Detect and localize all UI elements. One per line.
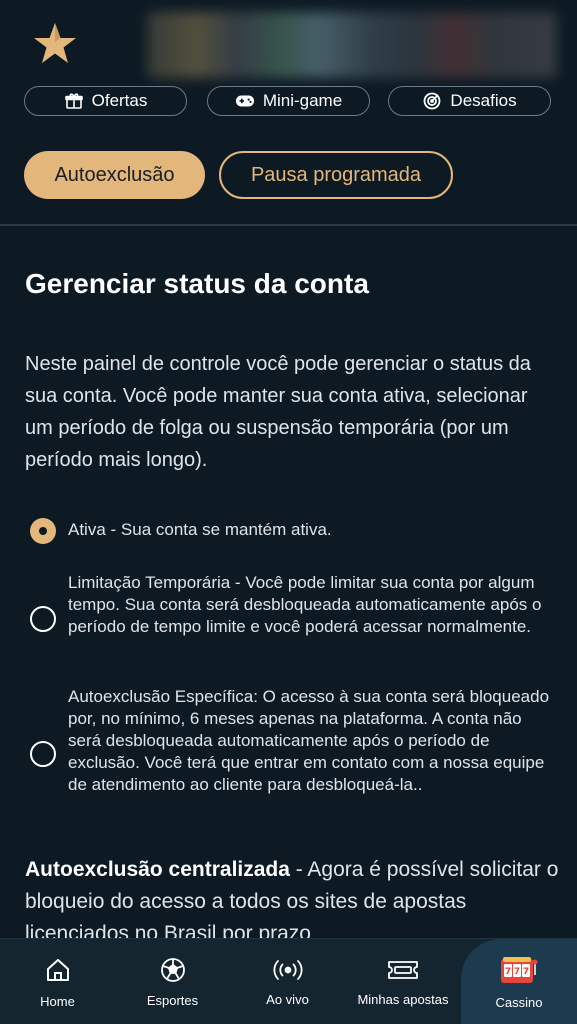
blurred-promo-banner[interactable] [147,12,557,78]
option-autoexclusao-label: Autoexclusão Específica: O acesso à sua … [68,687,550,794]
nav-minhas-apostas-label: Minhas apostas [357,991,449,1007]
centralized-exclusion-text: Autoexclusão centralizada - Agora é poss… [25,854,560,950]
bottom-navigation: Home Esportes Ao vivo Minhas apostas 7 7… [0,938,577,1024]
option-limitacao-label: Limitação Temporária - Você pode limitar… [68,573,542,636]
svg-text:7: 7 [514,967,520,977]
live-broadcast-icon [273,959,302,980]
target-icon [422,91,442,111]
centralized-title: Autoexclusão centralizada [25,858,290,881]
desafios-label: Desafios [450,91,517,110]
page-title: Gerenciar status da conta [25,268,369,299]
desafios-button[interactable]: Desafios [388,86,551,116]
nav-ao-vivo-label: Ao vivo [266,991,309,1007]
gift-icon [64,91,84,111]
nav-esportes-label: Esportes [146,992,199,1008]
ofertas-label: Ofertas [91,91,148,110]
nav-cassino[interactable]: 7 7 7 Cassino [461,939,577,1024]
nav-ao-vivo[interactable]: Ao vivo [230,939,345,1024]
radio-limitacao-temporaria[interactable] [30,606,56,632]
soccer-ball-icon [160,957,185,982]
nav-esportes[interactable]: Esportes [115,939,230,1024]
nav-home-label: Home [40,993,75,1009]
star-logo-icon[interactable] [32,20,78,66]
divider [0,224,577,226]
option-ativa-label: Ativa - Sua conta se mantém ativa. [68,520,332,539]
main-content: Autoexclusão Pausa programada Gerenciar … [0,130,577,945]
mini-game-label: Mini-game [262,91,343,110]
mini-game-button[interactable]: Mini-game [207,86,370,116]
tab-pausa-programada[interactable]: Pausa programada [219,151,453,199]
slot-machine-icon: 7 7 7 [501,956,538,983]
tab-autoexclusao[interactable]: Autoexclusão [24,151,205,199]
svg-text:7: 7 [505,967,511,977]
ofertas-button[interactable]: Ofertas [24,86,187,116]
radio-autoexclusao-especifica[interactable] [30,741,56,767]
svg-text:7: 7 [523,967,529,977]
intro-text: Neste painel de controle você pode geren… [25,353,531,471]
nav-home[interactable]: Home [0,939,115,1024]
header: Ofertas Mini-game Desafios [0,0,577,130]
ticket-icon [388,960,418,979]
home-icon [46,958,69,981]
nav-minhas-apostas[interactable]: Minhas apostas [345,939,461,1024]
nav-cassino-label: Cassino [495,994,543,1010]
gamepad-icon [235,91,255,111]
radio-ativa[interactable] [30,518,56,544]
